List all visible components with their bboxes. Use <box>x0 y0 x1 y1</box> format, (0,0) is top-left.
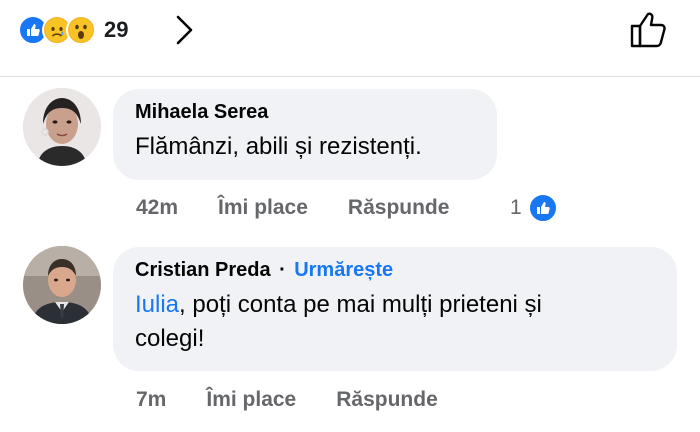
comment-author[interactable]: Cristian Preda <box>135 259 271 281</box>
like-link[interactable]: Îmi place <box>218 196 308 220</box>
comment-reaction-count: 1 <box>510 196 522 219</box>
reply-link[interactable]: Răspunde <box>336 388 438 412</box>
chevron-right-icon[interactable] <box>174 14 196 51</box>
avatar[interactable] <box>23 88 101 166</box>
comment-timestamp[interactable]: 7m <box>136 388 166 412</box>
reply-link[interactable]: Răspunde <box>348 196 450 220</box>
comment-text-line1: , poți conta pe mai mulți prieteni și <box>179 291 542 318</box>
divider <box>0 76 700 77</box>
comment-reactions[interactable]: 1 <box>510 192 558 224</box>
comment-text: Flămânzi, abili și rezistenți. <box>135 133 422 160</box>
like-link[interactable]: Îmi place <box>206 388 296 412</box>
reaction-count: 29 <box>104 17 129 42</box>
separator-dot: · <box>279 259 286 281</box>
follow-link[interactable]: Urmărește <box>294 259 393 281</box>
mention-link[interactable]: Iulia <box>135 291 179 318</box>
comment-actions: 42m Îmi place Răspunde <box>136 192 449 224</box>
comment-bubble: Cristian Preda · Urmărește Iulia, poți c… <box>113 247 677 371</box>
avatar[interactable] <box>23 246 101 324</box>
comment-author[interactable]: Mihaela Serea <box>135 101 475 124</box>
like-reaction-icon <box>527 193 558 223</box>
reaction-summary[interactable]: 29 <box>18 10 128 50</box>
like-outline-icon[interactable] <box>628 8 670 55</box>
comment-bubble: Mihaela Serea Flămânzi, abili și reziste… <box>113 89 497 180</box>
wow-reaction-icon <box>66 15 96 45</box>
comment-text-line2: colegi! <box>135 325 205 352</box>
comment-actions: 7m Îmi place Răspunde <box>136 384 438 416</box>
comment-text: Iulia, poți conta pe mai mulți prieteni … <box>135 288 655 356</box>
comment-timestamp[interactable]: 42m <box>136 196 178 220</box>
